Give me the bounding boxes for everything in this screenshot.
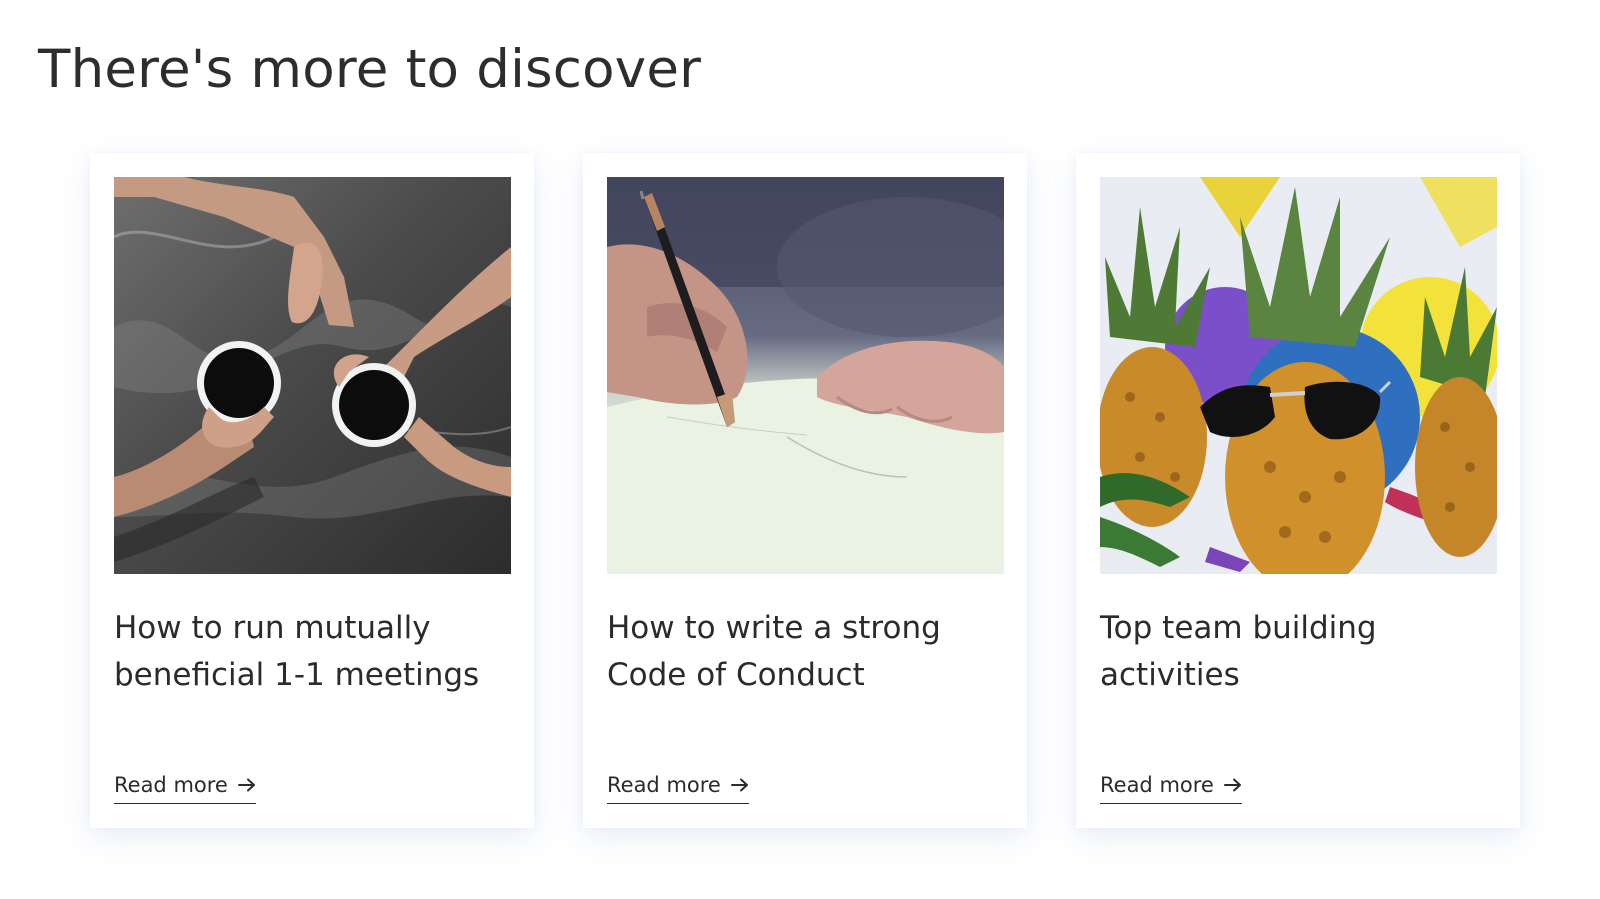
article-card-list: How to run mutually beneficial 1-1 meeti…: [90, 153, 1520, 828]
article-card[interactable]: Top team building activities Read more: [1076, 153, 1520, 828]
arrow-right-icon: [730, 778, 749, 792]
article-card[interactable]: How to run mutually beneficial 1-1 meeti…: [90, 153, 534, 828]
pen-writing-photo[interactable]: [607, 177, 1004, 574]
arrow-right-icon: [1223, 778, 1242, 792]
arrow-right-icon: [237, 778, 256, 792]
card-title[interactable]: Top team building activities: [1100, 605, 1496, 699]
read-more-label: Read more: [607, 773, 721, 797]
read-more-label: Read more: [1100, 773, 1214, 797]
read-more-link[interactable]: Read more: [114, 772, 256, 804]
read-more-link[interactable]: Read more: [1100, 772, 1242, 804]
coffee-cups-photo[interactable]: [114, 177, 511, 574]
pineapples-sunglasses-photo[interactable]: [1100, 177, 1497, 574]
card-title[interactable]: How to write a strong Code of Conduct: [607, 605, 1003, 699]
read-more-label: Read more: [114, 773, 228, 797]
card-title[interactable]: How to run mutually beneficial 1-1 meeti…: [114, 605, 510, 699]
article-card[interactable]: How to write a strong Code of Conduct Re…: [583, 153, 1027, 828]
read-more-link[interactable]: Read more: [607, 772, 749, 804]
section-title: There's more to discover: [38, 39, 702, 100]
discover-section: There's more to discover How to run mutu…: [0, 0, 1600, 899]
